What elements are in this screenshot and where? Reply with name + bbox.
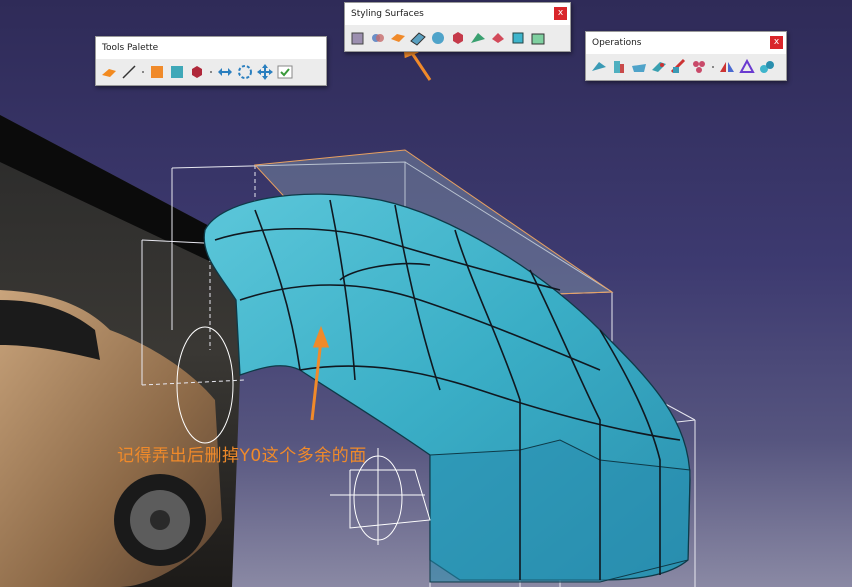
tools-palette-icons: [96, 59, 326, 85]
offset-icon[interactable]: [509, 29, 527, 47]
teal-cube-icon[interactable]: [168, 63, 186, 81]
mirror-icon[interactable]: [718, 58, 736, 76]
operations-toolbar[interactable]: Operations x: [585, 31, 787, 81]
styling-surfaces-toolbar[interactable]: Styling Surfaces x: [344, 2, 571, 52]
toolbar-separator: [208, 63, 214, 81]
tools-palette-titlebar[interactable]: Tools Palette: [96, 37, 326, 59]
orange-cube-icon[interactable]: [148, 63, 166, 81]
toolbar-separator: [140, 63, 146, 81]
split-icon[interactable]: [610, 58, 628, 76]
styling-surfaces-titlebar[interactable]: Styling Surfaces x: [345, 3, 570, 25]
car-body-surface[interactable]: [203, 193, 691, 583]
move-icon[interactable]: [256, 63, 274, 81]
check-icon[interactable]: [276, 63, 294, 81]
join-icon[interactable]: [630, 58, 648, 76]
surface-select-icon[interactable]: [100, 63, 118, 81]
reference-image-plane: [0, 115, 245, 587]
symmetry-icon[interactable]: [738, 58, 756, 76]
sweep-icon[interactable]: [469, 29, 487, 47]
pattern-icon[interactable]: [690, 58, 708, 76]
net-surface-icon[interactable]: [409, 29, 427, 47]
red-cube-icon[interactable]: [188, 63, 206, 81]
spheres-icon[interactable]: [758, 58, 776, 76]
extend-icon[interactable]: [670, 58, 688, 76]
arrows-horizontal-icon[interactable]: [216, 63, 234, 81]
extrude-icon[interactable]: [529, 29, 547, 47]
tools-palette-title: Tools Palette: [102, 43, 159, 53]
fill-icon[interactable]: [489, 29, 507, 47]
styling-surface-icon[interactable]: [389, 29, 407, 47]
close-icon[interactable]: x: [770, 36, 783, 49]
cube-icon[interactable]: [449, 29, 467, 47]
operations-title: Operations: [592, 38, 642, 48]
operations-titlebar[interactable]: Operations x: [586, 32, 786, 54]
operations-icons: [586, 54, 786, 80]
toolbar-separator: [710, 58, 716, 76]
styling-surfaces-title: Styling Surfaces: [351, 9, 424, 19]
annotation-text: 记得弄出后删掉Y0这个多余的面: [117, 446, 367, 466]
surface-box-icon[interactable]: [349, 29, 367, 47]
3d-viewport[interactable]: [0, 0, 852, 587]
trim-icon[interactable]: [590, 58, 608, 76]
close-icon[interactable]: x: [554, 7, 567, 20]
tools-palette-toolbar[interactable]: Tools Palette: [95, 36, 327, 86]
sphere-icon[interactable]: [429, 29, 447, 47]
rotate-icon[interactable]: [236, 63, 254, 81]
blend-icon[interactable]: [369, 29, 387, 47]
line-icon[interactable]: [120, 63, 138, 81]
styling-surfaces-icons: [345, 25, 570, 51]
fillet-icon[interactable]: [650, 58, 668, 76]
